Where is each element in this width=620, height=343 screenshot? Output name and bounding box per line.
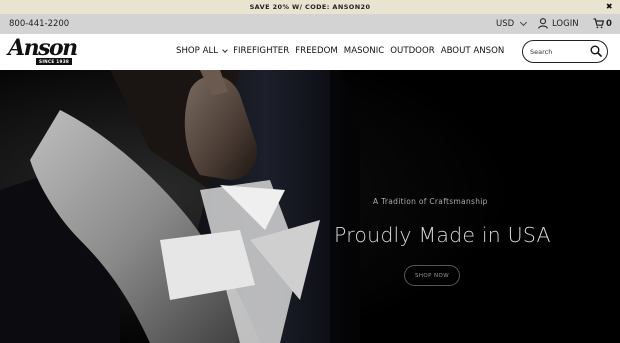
user-icon (538, 17, 548, 29)
chevron-down-icon (520, 18, 528, 27)
hero-kicker: A Tradition of Craftsmanship (373, 197, 488, 206)
nav-item-shop-all[interactable]: SHOP ALL (176, 46, 228, 56)
nav-item-about-anson[interactable]: ABOUT ANSON (441, 46, 505, 56)
nav-item-label: MASONIC (343, 46, 385, 56)
nav-item-firefighter[interactable]: FIREFIGHTER (233, 46, 289, 56)
nav-item-freedom[interactable]: FREEDOM (295, 46, 338, 56)
hero-image (0, 70, 620, 343)
main-nav: SHOP ALL FIREFIGHTER FREEDOM MASONIC OUT… (176, 46, 504, 56)
phone-number[interactable]: 800-441-2200 (9, 19, 69, 29)
promo-text: SAVE 20% W/ CODE: ANSON20 (249, 3, 371, 11)
nav-item-label: FREEDOM (295, 46, 338, 56)
cart-icon (593, 17, 604, 28)
nav-item-masonic[interactable]: MASONIC (344, 46, 384, 56)
announcement-bar: SAVE 20% W/ CODE: ANSON20 ✖ (0, 0, 620, 14)
logo[interactable]: Anson SINCE 1938 (8, 35, 78, 67)
nav-item-label: OUTDOOR (390, 46, 435, 56)
nav-item-label: ABOUT ANSON (440, 46, 505, 56)
hero-banner: A Tradition of Craftsmanship Proudly Mad… (0, 70, 620, 343)
currency-selector[interactable]: USD (496, 18, 528, 29)
currency-label: USD (496, 19, 515, 29)
close-icon[interactable]: ✖ (606, 2, 613, 11)
login-label: LOGIN (552, 19, 579, 29)
login-link[interactable]: LOGIN (538, 17, 579, 29)
utility-bar: 800-441-2200 USD LOGIN 0 (0, 14, 620, 34)
nav-item-label: FIREFIGHTER (233, 46, 290, 56)
search-icon[interactable] (590, 45, 602, 57)
cart-link[interactable]: 0 (593, 17, 612, 29)
nav-item-label: SHOP ALL (176, 46, 219, 56)
site-header: Anson SINCE 1938 SHOP ALL FIREFIGHTER FR… (0, 34, 620, 70)
chevron-down-icon (222, 47, 228, 53)
hero-headline: Proudly Made in USA (334, 223, 551, 247)
cart-count: 0 (606, 19, 612, 29)
nav-item-outdoor[interactable]: OUTDOOR (390, 46, 434, 56)
search-box (522, 40, 608, 63)
logo-since-badge: SINCE 1938 (36, 58, 73, 65)
shop-now-button[interactable]: SHOP NOW (404, 265, 460, 286)
search-input[interactable] (530, 47, 590, 56)
